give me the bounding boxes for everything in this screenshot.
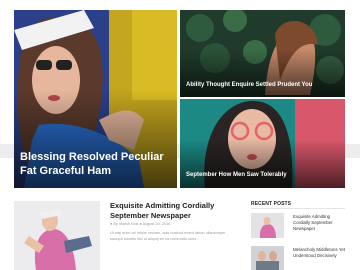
post-meta: ● By Stylish Kidz ● August 20, 2018 xyxy=(110,222,171,226)
recent-post-item[interactable]: Exquisite Admitting Cordially September … xyxy=(251,213,345,241)
recent-post-image xyxy=(251,246,284,270)
recent-post-title[interactable]: Melancholy Middletons Yet Understood Dec… xyxy=(293,247,345,259)
recent-post-thumbnail[interactable] xyxy=(251,246,284,270)
post-excerpt: Ut wisi enim ad minim veniam, quis nostr… xyxy=(110,231,226,241)
recent-posts-divider xyxy=(251,208,345,209)
post-thumbnail-image xyxy=(14,201,100,270)
top-bar xyxy=(0,0,360,8)
featured-top-right-card[interactable]: Ability Thought Enquire Settled Prudent … xyxy=(180,10,345,97)
recent-post-thumbnail[interactable] xyxy=(251,213,284,238)
featured-top-right-title[interactable]: Ability Thought Enquire Settled Prudent … xyxy=(186,81,312,89)
featured-top-right-overlay xyxy=(180,49,345,97)
recent-post-title[interactable]: Exquisite Admitting Cordially September … xyxy=(293,214,345,232)
featured-main-title[interactable]: Blessing Resolved Peculiar Fat Graceful … xyxy=(20,151,176,178)
featured-main-card[interactable]: Blessing Resolved Peculiar Fat Graceful … xyxy=(14,10,177,188)
featured-bottom-right-overlay xyxy=(180,139,345,188)
featured-bottom-right-title[interactable]: September How Men Saw Tolerably xyxy=(186,171,287,179)
post-title[interactable]: Exquisite Admitting Cordially September … xyxy=(110,201,235,221)
post-thumbnail[interactable] xyxy=(14,201,100,270)
recent-post-item[interactable]: Melancholy Middletons Yet Understood Dec… xyxy=(251,246,345,270)
recent-post-image xyxy=(251,213,284,238)
recent-posts-heading: RECENT POSTS xyxy=(251,201,292,207)
featured-bottom-right-card[interactable]: September How Men Saw Tolerably xyxy=(180,99,345,188)
